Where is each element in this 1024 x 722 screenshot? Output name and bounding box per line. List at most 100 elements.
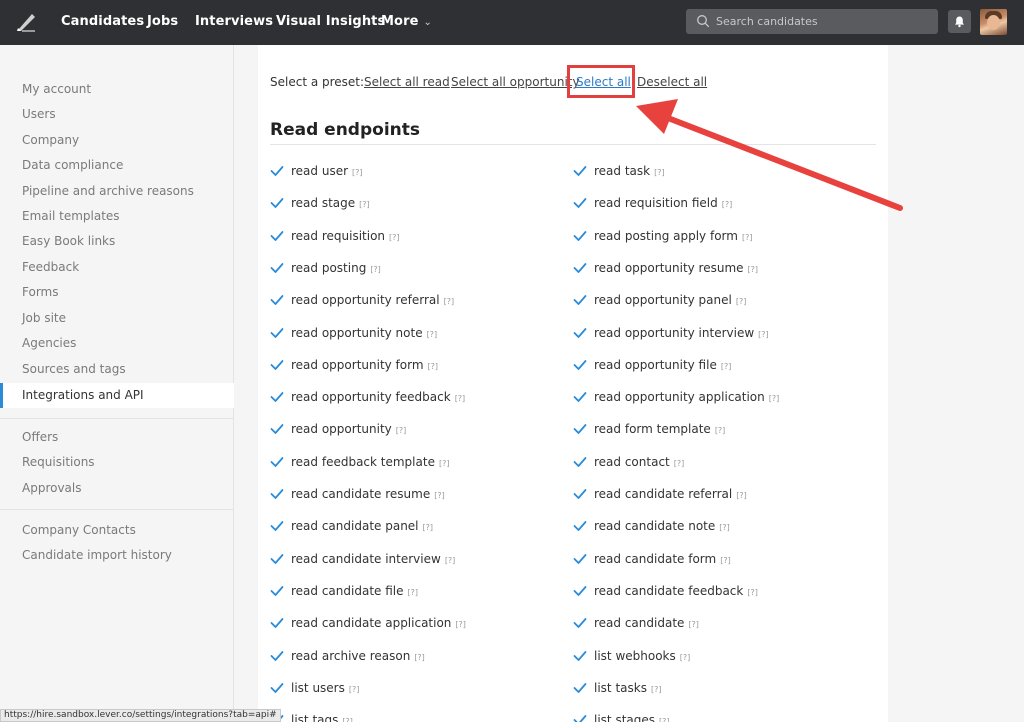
nav-visual-insights[interactable]: Visual Insights <box>276 14 385 29</box>
sidebar-item-email-templates[interactable]: Email templates <box>22 209 120 223</box>
checkmark-icon[interactable] <box>573 617 587 629</box>
checkmark-icon[interactable] <box>573 456 587 468</box>
help-link[interactable]: [?] <box>680 653 691 662</box>
help-link[interactable]: [?] <box>396 426 407 435</box>
checkmark-icon[interactable] <box>270 391 284 403</box>
help-link[interactable]: [?] <box>715 426 726 435</box>
help-link[interactable]: [?] <box>674 459 685 468</box>
help-link[interactable]: [?] <box>769 394 780 403</box>
checkmark-icon[interactable] <box>270 327 284 339</box>
checkmark-icon[interactable] <box>270 359 284 371</box>
sidebar-item-my-account[interactable]: My account <box>22 82 91 96</box>
checkmark-icon[interactable] <box>270 456 284 468</box>
sidebar-item-users[interactable]: Users <box>22 107 56 121</box>
help-link[interactable]: [?] <box>455 620 466 629</box>
nav-interviews[interactable]: Interviews <box>195 14 273 29</box>
checkmark-icon[interactable] <box>573 294 587 306</box>
sidebar-item-company-contacts[interactable]: Company Contacts <box>22 523 136 537</box>
sidebar-item-feedback[interactable]: Feedback <box>22 260 79 274</box>
checkmark-icon[interactable] <box>270 682 284 694</box>
help-link[interactable]: [?] <box>721 362 732 371</box>
help-link[interactable]: [?] <box>747 588 758 597</box>
help-link[interactable]: [?] <box>748 265 759 274</box>
sidebar-item-job-site[interactable]: Job site <box>22 311 66 325</box>
checkmark-icon[interactable] <box>270 423 284 435</box>
checkmark-icon[interactable] <box>573 585 587 597</box>
preset-deselect-all-link[interactable]: Deselect all <box>637 75 707 89</box>
help-link[interactable]: [?] <box>439 459 450 468</box>
sidebar-item-offers[interactable]: Offers <box>22 430 58 444</box>
search-box[interactable] <box>686 9 938 34</box>
help-link[interactable]: [?] <box>742 233 753 242</box>
help-link[interactable]: [?] <box>659 717 670 722</box>
sidebar-item-sources-and-tags[interactable]: Sources and tags <box>22 362 126 376</box>
help-link[interactable]: [?] <box>722 200 733 209</box>
checkmark-icon[interactable] <box>573 553 587 565</box>
checkmark-icon[interactable] <box>573 423 587 435</box>
help-link[interactable]: [?] <box>427 330 438 339</box>
checkmark-icon[interactable] <box>573 230 587 242</box>
help-link[interactable]: [?] <box>719 523 730 532</box>
checkmark-icon[interactable] <box>270 294 284 306</box>
help-link[interactable]: [?] <box>444 297 455 306</box>
sidebar-item-data-compliance[interactable]: Data compliance <box>22 158 123 172</box>
help-link[interactable]: [?] <box>349 685 360 694</box>
help-link[interactable]: [?] <box>414 653 425 662</box>
user-avatar[interactable] <box>980 9 1007 35</box>
sidebar-item-pipeline-archive-reasons[interactable]: Pipeline and archive reasons <box>22 184 194 198</box>
preset-select-all-read-link[interactable]: Select all read <box>364 75 450 89</box>
help-link[interactable]: [?] <box>736 491 747 500</box>
help-link[interactable]: [?] <box>359 200 370 209</box>
help-link[interactable]: [?] <box>651 685 662 694</box>
checkmark-icon[interactable] <box>573 262 587 274</box>
checkmark-icon[interactable] <box>573 488 587 500</box>
checkmark-icon[interactable] <box>573 391 587 403</box>
help-link[interactable]: [?] <box>408 588 419 597</box>
checkmark-icon[interactable] <box>270 197 284 209</box>
checkmark-icon[interactable] <box>270 488 284 500</box>
help-link[interactable]: [?] <box>736 297 747 306</box>
sidebar-item-candidate-import-history[interactable]: Candidate import history <box>22 548 172 562</box>
checkmark-icon[interactable] <box>573 650 587 662</box>
checkmark-icon[interactable] <box>573 359 587 371</box>
help-link[interactable]: [?] <box>654 168 665 177</box>
sidebar-item-forms[interactable]: Forms <box>22 285 58 299</box>
sidebar-item-company[interactable]: Company <box>22 133 79 147</box>
checkmark-icon[interactable] <box>573 197 587 209</box>
checkmark-icon[interactable] <box>573 520 587 532</box>
search-input[interactable] <box>716 9 931 34</box>
checkmark-icon[interactable] <box>573 714 587 722</box>
checkmark-icon[interactable] <box>270 165 284 177</box>
help-link[interactable]: [?] <box>428 362 439 371</box>
checkmark-icon[interactable] <box>270 230 284 242</box>
help-link[interactable]: [?] <box>445 556 456 565</box>
preset-select-all-opportunity-link[interactable]: Select all opportunity <box>451 75 580 89</box>
help-link[interactable]: [?] <box>758 330 769 339</box>
help-link[interactable]: [?] <box>720 556 731 565</box>
help-link[interactable]: [?] <box>342 717 353 722</box>
help-link[interactable]: [?] <box>389 233 400 242</box>
help-link[interactable]: [?] <box>688 620 699 629</box>
help-link[interactable]: [?] <box>434 491 445 500</box>
help-link[interactable]: [?] <box>455 394 466 403</box>
checkmark-icon[interactable] <box>270 617 284 629</box>
checkmark-icon[interactable] <box>270 520 284 532</box>
checkmark-icon[interactable] <box>270 650 284 662</box>
checkmark-icon[interactable] <box>270 262 284 274</box>
sidebar-item-agencies[interactable]: Agencies <box>22 336 76 350</box>
sidebar-item-integrations-and-api[interactable]: Integrations and API <box>0 383 234 408</box>
help-link[interactable]: [?] <box>423 523 434 532</box>
help-link[interactable]: [?] <box>352 168 363 177</box>
nav-more[interactable]: More ⌄ <box>381 14 432 29</box>
help-link[interactable]: [?] <box>370 265 381 274</box>
checkmark-icon[interactable] <box>270 585 284 597</box>
sidebar-item-requisitions[interactable]: Requisitions <box>22 455 95 469</box>
notifications-button[interactable] <box>948 10 971 33</box>
nav-candidates[interactable]: Candidates <box>61 14 144 29</box>
lever-logo-icon[interactable] <box>14 10 38 34</box>
sidebar-item-easy-book-links[interactable]: Easy Book links <box>22 234 115 248</box>
sidebar-item-approvals[interactable]: Approvals <box>22 481 82 495</box>
checkmark-icon[interactable] <box>573 682 587 694</box>
checkmark-icon[interactable] <box>270 553 284 565</box>
nav-jobs[interactable]: Jobs <box>147 14 178 29</box>
